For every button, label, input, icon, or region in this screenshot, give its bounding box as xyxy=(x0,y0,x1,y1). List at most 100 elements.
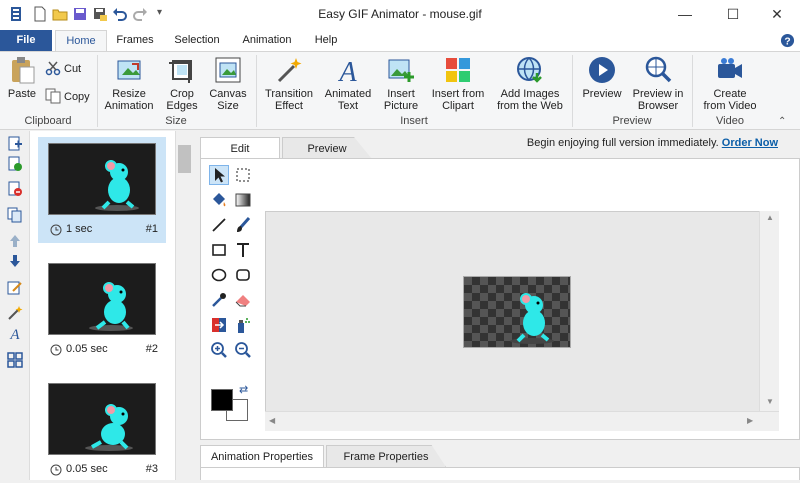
tab-frames[interactable]: Frames xyxy=(110,30,160,51)
text-t-icon xyxy=(237,243,249,257)
scroll-right-icon[interactable]: ▶ xyxy=(747,416,753,425)
rectangle-tool[interactable] xyxy=(209,240,229,260)
crop-icon xyxy=(169,60,192,83)
paste-label: Paste xyxy=(7,88,37,100)
rectangle-icon xyxy=(212,244,226,256)
add-images-web-button[interactable]: Add Images from the Web xyxy=(494,55,566,113)
resize-label-2: Animation xyxy=(104,100,154,112)
close-button[interactable]: ✕ xyxy=(754,0,800,30)
maximize-button[interactable]: ☐ xyxy=(710,0,756,30)
insert-picture-label-1: Insert xyxy=(387,88,415,100)
tab-help[interactable]: Help xyxy=(306,30,346,51)
property-body xyxy=(200,467,800,480)
canvas-vertical-scrollbar[interactable]: ▲ ▼ xyxy=(759,211,779,411)
tab-home[interactable]: Home xyxy=(55,30,107,51)
spray-tool[interactable] xyxy=(233,315,253,335)
edit-panel: ⇄ ▲ ▼ ◀ ▶ xyxy=(200,158,800,440)
resize-animation-button[interactable]: Resize Animation xyxy=(100,55,158,113)
scroll-up-icon[interactable]: ▲ xyxy=(766,213,774,222)
add-frame-icon[interactable] xyxy=(7,136,23,152)
grid-view-icon[interactable] xyxy=(7,352,23,368)
scroll-down-icon[interactable]: ▼ xyxy=(766,397,774,406)
insert-frame-icon[interactable] xyxy=(7,156,23,172)
magnifier-globe-icon xyxy=(645,56,672,83)
order-now-link[interactable]: Order Now xyxy=(722,137,778,149)
frame-list-scrollbar[interactable] xyxy=(175,131,193,480)
tab-edit[interactable]: Edit xyxy=(200,137,280,159)
tab-animation-properties[interactable]: Animation Properties xyxy=(200,445,324,467)
transition-effect-button[interactable]: Transition Effect xyxy=(260,55,318,113)
tab-frame-properties[interactable]: Frame Properties xyxy=(326,445,446,467)
create-from-video-button[interactable]: Create from Video xyxy=(700,55,760,113)
gif-frame-canvas[interactable] xyxy=(463,276,571,348)
preview-button[interactable]: Preview xyxy=(578,55,626,113)
insert-picture-button[interactable]: Insert Picture xyxy=(378,55,424,113)
paste-button[interactable]: Paste xyxy=(4,55,40,113)
canvas-horizontal-scrollbar[interactable]: ◀ ▶ xyxy=(265,411,779,431)
zoom-out-tool[interactable] xyxy=(233,340,253,360)
tab-preview[interactable]: Preview xyxy=(282,137,372,159)
foreground-color-swatch[interactable] xyxy=(211,389,233,411)
line-icon xyxy=(212,218,226,232)
copy-icon xyxy=(45,88,61,104)
minimize-button[interactable]: — xyxy=(662,0,708,30)
brush-tool[interactable] xyxy=(233,215,253,235)
rounded-rect-tool[interactable] xyxy=(233,265,253,285)
frame-item-3[interactable]: 0.05 sec #3 xyxy=(38,377,166,483)
text-tool[interactable] xyxy=(233,240,253,260)
edit-frame-icon[interactable] xyxy=(7,280,23,296)
preview-in-browser-button[interactable]: Preview in Browser xyxy=(628,55,688,113)
frame-number: #1 xyxy=(145,223,158,235)
marquee-tool[interactable] xyxy=(233,165,253,185)
move-up-icon[interactable] xyxy=(7,233,23,249)
eyedropper-tool[interactable] xyxy=(209,290,229,310)
title-bar: ▾ Easy GIF Animator - mouse.gif — ☐ ✕ xyxy=(0,0,800,30)
text-icon[interactable]: A xyxy=(7,325,23,341)
spray-can-icon xyxy=(238,318,250,333)
animated-text-label-2: Text xyxy=(337,100,359,112)
promo-banner: Begin enjoying full version immediately.… xyxy=(527,137,778,149)
gradient-tool[interactable] xyxy=(233,190,253,210)
ribbon: Paste Cut Copy Clipboard Resize Animatio… xyxy=(0,51,800,130)
frame-item-2[interactable]: 0.05 sec #2 xyxy=(38,257,166,363)
duplicate-frame-icon[interactable] xyxy=(7,207,23,223)
swap-colors-icon[interactable]: ⇄ xyxy=(239,383,248,396)
zoom-in-tool[interactable] xyxy=(209,340,229,360)
frame-item-1[interactable]: 1 sec #1 xyxy=(38,137,166,243)
tab-selection[interactable]: Selection xyxy=(166,30,228,51)
crop-edges-button[interactable]: Crop Edges xyxy=(160,55,204,113)
animated-text-button[interactable]: A Animated Text xyxy=(321,55,375,113)
eraser-icon xyxy=(235,295,250,307)
frame-number: #3 xyxy=(145,463,158,475)
delete-frame-icon[interactable] xyxy=(7,181,23,197)
copy-button[interactable]: Copy xyxy=(45,87,95,107)
cut-button[interactable]: Cut xyxy=(45,59,95,79)
zoom-out-icon xyxy=(235,342,251,358)
effect-wand-icon[interactable] xyxy=(7,305,23,321)
insert-group-label: Insert xyxy=(400,115,428,127)
pointer-tool[interactable] xyxy=(209,165,229,185)
tab-animation[interactable]: Animation xyxy=(236,30,298,51)
ribbon-tabs: File Home Frames Selection Animation Hel… xyxy=(0,30,800,51)
insert-picture-icon xyxy=(388,59,414,82)
replace-color-tool[interactable] xyxy=(209,315,229,335)
fill-tool[interactable] xyxy=(209,190,229,210)
scroll-left-icon[interactable]: ◀ xyxy=(269,416,275,425)
collapse-ribbon-icon[interactable]: ⌃ xyxy=(778,116,786,127)
eraser-tool[interactable] xyxy=(233,290,253,310)
size-group-label: Size xyxy=(165,115,187,127)
scrollbar-thumb[interactable] xyxy=(178,145,191,173)
canvas-size-button[interactable]: Canvas Size xyxy=(206,55,250,113)
crop-label-1: Crop xyxy=(170,88,194,100)
canvas-area[interactable] xyxy=(265,211,779,431)
insert-clipart-button[interactable]: Insert from Clipart xyxy=(428,55,488,113)
create-video-label-2: from Video xyxy=(703,100,757,112)
tab-file[interactable]: File xyxy=(0,30,52,51)
help-icon[interactable]: ? xyxy=(780,33,795,48)
line-tool[interactable] xyxy=(209,215,229,235)
insert-picture-label-2: Picture xyxy=(383,100,419,112)
move-down-icon[interactable] xyxy=(7,253,23,269)
ellipse-tool[interactable] xyxy=(209,265,229,285)
frame-duration: 0.05 sec xyxy=(66,463,108,475)
resize-icon xyxy=(117,60,141,80)
